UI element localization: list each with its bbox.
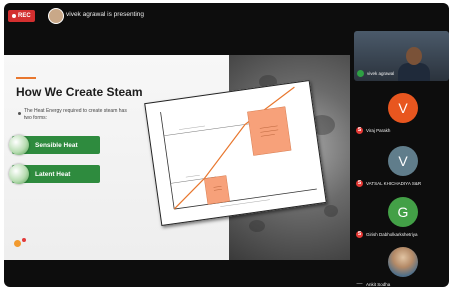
participant-name: Viraj Parakh: [366, 128, 391, 133]
participant-name-row: S Girish Dabholkarkshetriya: [356, 231, 418, 238]
participant-name-row: S VATSAL KHICHADIYA S&R: [356, 180, 421, 187]
recording-badge[interactable]: REC: [8, 10, 35, 22]
participants-panel: vivek agrawal V S Viraj Parakh V S VATSA…: [354, 31, 449, 287]
participant-avatar-photo: [388, 247, 418, 277]
participant-body: [398, 63, 430, 81]
participant-name-row: vivek agrawal: [357, 70, 394, 77]
presenter-avatar: [48, 8, 64, 24]
participant-name-row: S Viraj Parakh: [356, 127, 390, 134]
slide-title: How We Create Steam: [16, 85, 143, 99]
meeting-window: REC vivek agrawal is presenting How We C…: [4, 3, 449, 287]
graph-y-axis: [160, 111, 175, 210]
mic-muted-icon: S: [356, 127, 363, 134]
logo-dot: [22, 238, 26, 242]
participant-avatar: V: [388, 146, 418, 176]
mic-muted-icon: S: [356, 231, 363, 238]
sensible-heat-label: Sensible Heat: [35, 141, 78, 149]
latent-heat-pill: Latent Heat: [9, 164, 100, 184]
participant-name: Girish Dabholkarkshetriya: [366, 232, 418, 237]
steam-graph-card: [144, 79, 327, 227]
sphere-icon: [9, 164, 29, 184]
moon-crater: [324, 205, 338, 217]
rec-label: REC: [18, 13, 31, 19]
participant-avatar: G: [388, 197, 418, 227]
participant-avatar: V: [388, 93, 418, 123]
mic-on-icon: [357, 70, 364, 77]
sensible-heat-pill: Sensible Heat: [9, 135, 100, 155]
participant-tile-ankit[interactable]: — Ankit Sodha: [354, 245, 449, 287]
participant-name: Ankit Sodha: [366, 281, 391, 287]
participant-name: VATSAL KHICHADIYA S&R: [366, 181, 422, 186]
annotation-line: [179, 125, 205, 130]
participant-tile-viraj[interactable]: V S Viraj Parakh: [354, 91, 449, 139]
sphere-icon: [9, 135, 29, 155]
company-logo: [14, 240, 21, 247]
presenter-status: vivek agrawal is presenting: [66, 11, 145, 18]
graph-x-axis: [174, 188, 317, 210]
latent-heat-label: Latent Heat: [35, 170, 71, 178]
slide-bullet-text: The Heat Energy required to create steam…: [24, 108, 127, 121]
title-accent-line: [16, 77, 36, 79]
mic-muted-icon: S: [356, 180, 363, 187]
participant-video: [406, 47, 422, 65]
shared-screen[interactable]: How We Create Steam The Heat Energy requ…: [4, 55, 350, 260]
record-dot-icon: [12, 14, 16, 18]
temperature-graph: [160, 86, 317, 210]
graph-reference-line-high: [163, 123, 250, 137]
participant-tile-vatsal[interactable]: V S VATSAL KHICHADIYA S&R: [354, 144, 449, 192]
bullet-icon: [18, 112, 21, 115]
participant-tile-vivek[interactable]: vivek agrawal: [354, 31, 449, 81]
participant-name-row: — Ankit Sodha: [356, 281, 391, 287]
moon-crater: [249, 220, 265, 232]
participant-name: vivek agrawal: [367, 71, 395, 76]
more-icon: —: [356, 281, 363, 287]
annotation-line: [185, 174, 200, 178]
participant-tile-girish[interactable]: G S Girish Dabholkarkshetriya: [354, 195, 449, 243]
